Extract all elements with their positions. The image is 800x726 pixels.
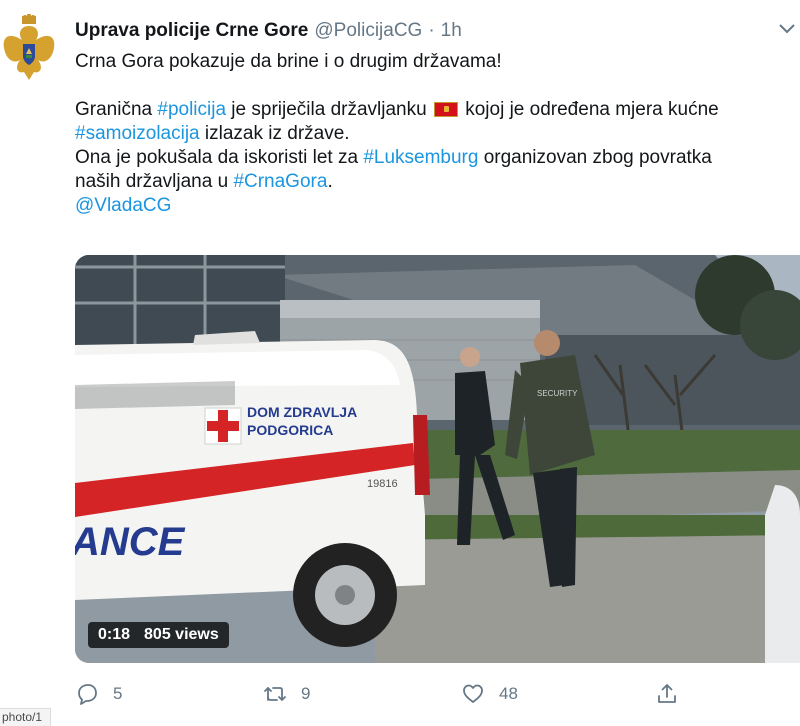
- text-segment: organizovan zbog povratka: [478, 147, 712, 168]
- text-segment: Granična: [75, 99, 158, 120]
- coat-of-arms-icon: [3, 13, 55, 80]
- montenegro-flag-icon: [433, 102, 458, 117]
- vehicle-number: 19816: [367, 478, 398, 490]
- vehicle-text-line1: DOM ZDRAVLJA: [247, 404, 357, 420]
- like-count: 48: [499, 684, 518, 703]
- reply-icon: [78, 684, 97, 705]
- hashtag-samoizolacija[interactable]: #samoizolacija: [75, 123, 200, 144]
- mention-vladacg[interactable]: @VladaCG: [75, 195, 171, 216]
- photo-tag: photo/1: [0, 708, 51, 726]
- timestamp[interactable]: 1h: [441, 20, 462, 42]
- tweet-line-1: Crna Gora pokazuje da brine i o drugim d…: [75, 51, 502, 72]
- tweet-line-5: naših državljana u #CrnaGora.: [75, 170, 795, 194]
- separator-dot: ·: [428, 20, 435, 41]
- tweet-line-4: Ona je pokušala da iskoristi let za #Luk…: [75, 146, 795, 170]
- video-duration: 0:18: [98, 626, 131, 643]
- display-name[interactable]: Uprava policije Crne Gore: [75, 20, 308, 42]
- text-segment: izlazak iz države.: [199, 123, 350, 144]
- vehicle-text-line2: PODGORICA: [247, 422, 333, 438]
- retweet-count: 9: [301, 684, 311, 703]
- text-segment: je spriječila državljanku: [226, 99, 432, 120]
- video-views: 805 views: [144, 626, 219, 643]
- retweet-icon: [264, 687, 286, 701]
- tweet-line-2: Granična #policija je spriječila državlj…: [75, 98, 795, 122]
- reply-button[interactable]: 5: [75, 680, 122, 708]
- share-button[interactable]: [655, 680, 679, 708]
- text-segment: kojoj je određena mjera kućne: [459, 99, 719, 120]
- text-segment: Ona je pokušala da iskoristi let za: [75, 147, 364, 168]
- video-info-badge: 0:18 805 views: [88, 622, 229, 648]
- vehicle-side-text: ANCE: [75, 520, 186, 564]
- tweet-line-3: #samoizolacija izlazak iz države.: [75, 122, 795, 146]
- text-segment: naših državljana u: [75, 171, 234, 192]
- video-frame: DOM ZDRAVLJA PODGORICA 19816 ANCE SECURI…: [75, 255, 800, 663]
- vest-text: SECURITY: [537, 389, 578, 398]
- user-handle[interactable]: @PolicijaCG: [314, 20, 422, 42]
- tweet-actions: 5 9 48: [75, 680, 715, 710]
- hashtag-policija[interactable]: #policija: [157, 99, 226, 120]
- hashtag-crnagora[interactable]: #CrnaGora: [233, 171, 327, 192]
- more-options-chevron-icon[interactable]: [776, 20, 798, 38]
- hashtag-luksemburg[interactable]: #Luksemburg: [363, 147, 478, 168]
- reply-count: 5: [113, 684, 123, 703]
- retweet-button[interactable]: 9: [263, 680, 310, 708]
- like-button[interactable]: 48: [461, 680, 518, 708]
- tweet-line-6: @VladaCG: [75, 194, 795, 218]
- heart-icon: [463, 684, 483, 703]
- text-segment: .: [327, 171, 333, 192]
- video-player[interactable]: DOM ZDRAVLJA PODGORICA 19816 ANCE SECURI…: [75, 255, 800, 663]
- avatar[interactable]: [0, 13, 58, 88]
- tweet-text: Crna Gora pokazuje da brine i o drugim d…: [75, 50, 795, 218]
- tweet-header: Uprava policije Crne Gore @PolicijaCG · …: [75, 20, 462, 44]
- share-icon: [658, 684, 676, 703]
